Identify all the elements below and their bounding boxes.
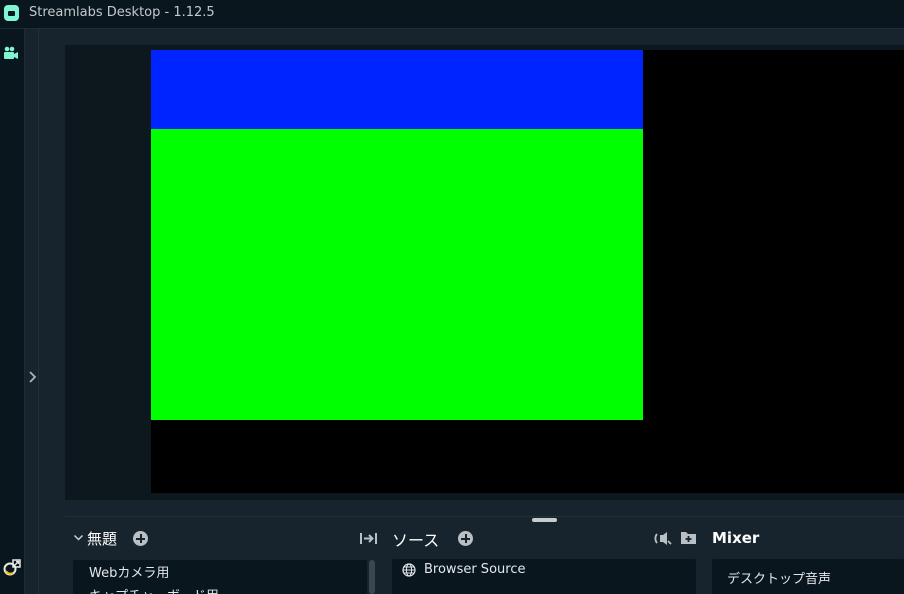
mixer-title: Mixer [712, 529, 760, 547]
scenes-title[interactable]: 無題 [87, 528, 117, 549]
sources-title: ソース [392, 531, 440, 550]
add-folder-icon[interactable] [680, 530, 697, 545]
chevron-right-icon[interactable] [25, 369, 39, 385]
title-bar: Streamlabs Desktop - 1.12.5 [0, 0, 904, 29]
preview-canvas[interactable] [151, 50, 904, 493]
sources-list: Browser Source [392, 559, 696, 594]
app-logo-icon [4, 5, 19, 21]
camera-icon[interactable] [3, 46, 19, 60]
preview-green-source[interactable] [151, 129, 643, 420]
collapse-strip [25, 29, 39, 594]
mixer-item: デスクトップ音声 [727, 572, 832, 587]
studio-mode-icon[interactable] [3, 559, 21, 577]
panel-divider [65, 516, 904, 517]
source-item[interactable]: Browser Source [424, 562, 525, 577]
left-nav-bar [0, 29, 25, 594]
preview-blue-source[interactable] [151, 50, 643, 129]
scene-item[interactable]: キャプチャーボード用 [89, 585, 219, 594]
add-source-button[interactable] [458, 531, 473, 546]
chevron-down-icon[interactable] [73, 532, 84, 543]
scene-editor [65, 45, 904, 500]
audio-settings-icon[interactable] [654, 530, 672, 546]
scenes-list: Webカメラ用 キャプチャーボード用 [73, 560, 367, 594]
window-title: Streamlabs Desktop - 1.12.5 [29, 5, 215, 20]
scenes-scrollbar[interactable] [369, 560, 375, 594]
scene-item[interactable]: Webカメラ用 [89, 562, 169, 581]
resize-handle[interactable] [532, 518, 557, 522]
globe-icon [402, 563, 416, 577]
mixer-list: デスクトップ音声 [712, 559, 904, 594]
scene-transition-icon[interactable] [360, 531, 377, 546]
add-scene-button[interactable] [133, 531, 148, 546]
